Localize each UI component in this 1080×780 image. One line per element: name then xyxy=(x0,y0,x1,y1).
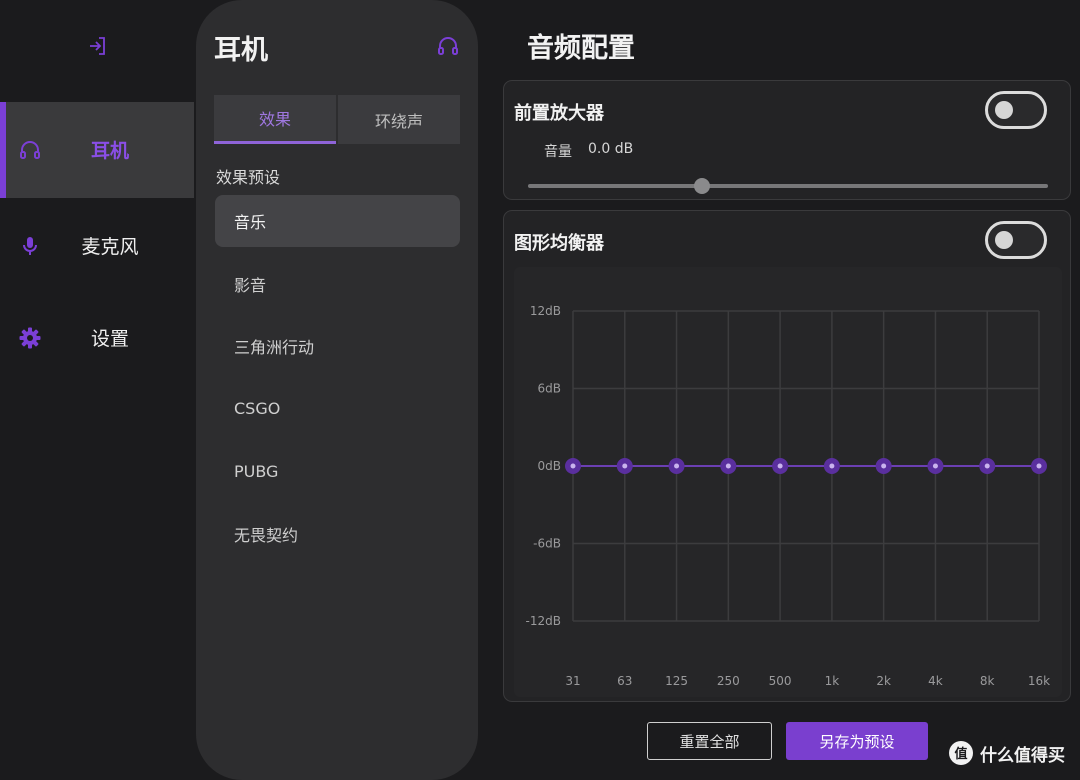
watermark-text: 什么值得买 xyxy=(980,745,1065,766)
equalizer-card: 图形均衡器 12dB 6dB 0dB -6dB -12dB 31 63 125 250 500 1k… xyxy=(503,210,1071,702)
eq-band-handle-dot xyxy=(1036,463,1042,469)
volume-slider-thumb[interactable] xyxy=(694,178,711,194)
eq-x-tick-label: 250 xyxy=(717,674,740,688)
nav-item-headphone[interactable]: 耳机 xyxy=(0,102,194,198)
preamp-toggle[interactable] xyxy=(985,91,1047,129)
volume-value: 0.0 dB xyxy=(588,141,634,157)
preset-header: 效果预设 xyxy=(216,168,281,187)
eq-x-tick-label: 8k xyxy=(980,674,995,688)
eq-band-handle-dot xyxy=(570,463,576,469)
eq-band-handle-dot xyxy=(725,463,731,469)
eq-band-handle-dot xyxy=(881,463,887,469)
device-panel: 耳机 效果 环绕声 效果预设 音乐 影音 三角洲行动 CSGO PUBG 无畏契… xyxy=(196,0,478,780)
eq-band-handle-dot xyxy=(622,463,628,469)
nav-item-settings[interactable]: 设置 xyxy=(0,290,194,386)
eq-band-handle-dot xyxy=(777,463,783,469)
eq-band-handle-dot xyxy=(932,463,938,469)
eq-x-tick-label: 1k xyxy=(825,674,840,688)
side-nav: 耳机 麦克风 设置 xyxy=(0,0,196,780)
eq-x-tick-label: 125 xyxy=(665,674,688,688)
preamp-card: 前置放大器 音量 0.0 dB xyxy=(503,80,1071,200)
equalizer-chart: 12dB 6dB 0dB -6dB -12dB 31 63 125 250 500 1k 2k 4k 8k… xyxy=(514,267,1062,697)
eq-y-tick-label: -12dB xyxy=(526,614,561,628)
eq-y-tick-label: 12dB xyxy=(530,304,561,318)
nav-item-microphone[interactable]: 麦克风 xyxy=(0,198,194,294)
eq-x-tick-label: 2k xyxy=(876,674,891,688)
preset-item-music[interactable]: 音乐 xyxy=(215,195,460,247)
watermark-logo-text: 值 xyxy=(954,746,967,762)
eq-x-tick-label: 16k xyxy=(1028,674,1050,688)
tab-effects[interactable]: 效果 xyxy=(214,95,336,144)
eq-y-tick-label: 0dB xyxy=(538,459,561,473)
eq-x-tick-label: 500 xyxy=(769,674,792,688)
eq-band-handle-dot xyxy=(674,463,680,469)
eq-band-handle-dot xyxy=(984,463,990,469)
preset-item-delta-force[interactable]: 三角洲行动 xyxy=(215,320,460,372)
equalizer-title: 图形均衡器 xyxy=(514,233,604,254)
eq-y-tick-label: 6dB xyxy=(538,382,561,396)
page-title: 音频配置 xyxy=(527,33,635,64)
preset-item-csgo[interactable]: CSGO xyxy=(215,383,460,435)
toggle-knob xyxy=(995,101,1013,119)
save-preset-button[interactable]: 另存为预设 xyxy=(786,722,928,760)
preset-item-valorant[interactable]: 无畏契约 xyxy=(215,508,460,560)
reset-all-button[interactable]: 重置全部 xyxy=(647,722,772,760)
preset-list: 音乐 影音 三角洲行动 CSGO PUBG 无畏契约 xyxy=(215,195,460,570)
toggle-knob xyxy=(995,231,1013,249)
headphone-icon xyxy=(438,37,458,55)
volume-label: 音量 xyxy=(544,144,572,160)
tab-surround[interactable]: 环绕声 xyxy=(338,95,460,144)
nav-label-settings: 设置 xyxy=(90,328,129,350)
preset-item-pubg[interactable]: PUBG xyxy=(215,445,460,497)
effect-tabs: 效果 环绕声 xyxy=(214,95,460,144)
eq-x-tick-label: 63 xyxy=(617,674,632,688)
preamp-title: 前置放大器 xyxy=(514,103,604,124)
eq-x-tick-label: 4k xyxy=(928,674,943,688)
preset-item-movie[interactable]: 影音 xyxy=(215,258,460,310)
nav-label-microphone: 麦克风 xyxy=(81,236,139,258)
eq-x-tick-label: 31 xyxy=(565,674,580,688)
device-title: 耳机 xyxy=(214,35,268,66)
exit-icon[interactable] xyxy=(86,34,110,58)
eq-band-handle-dot xyxy=(829,463,835,469)
nav-label-headphone: 耳机 xyxy=(90,140,129,162)
eq-y-tick-label: -6dB xyxy=(533,537,561,551)
watermark: 值 什么值得买 xyxy=(948,740,1065,766)
equalizer-chart-svg: 12dB 6dB 0dB -6dB -12dB 31 63 125 250 500 1k 2k 4k 8k… xyxy=(526,304,1051,688)
equalizer-toggle[interactable] xyxy=(985,221,1047,259)
volume-slider[interactable] xyxy=(528,178,1048,194)
watermark-logo: 值 xyxy=(949,741,973,765)
